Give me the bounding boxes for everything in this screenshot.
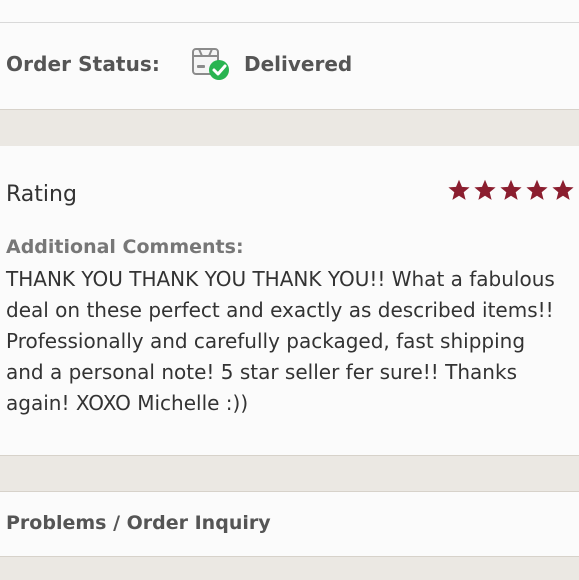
review-comment-text: THANK YOU THANK YOU THANK YOU!! What a f… (6, 267, 555, 415)
star-icon (552, 179, 574, 200)
clipped-text-fragment (8, 0, 140, 2)
package-delivered-icon (190, 44, 232, 82)
star-icon (500, 179, 522, 200)
rating-stars (447, 177, 579, 203)
order-status-card: Order Status: Delivered (0, 23, 579, 110)
order-status-label: Order Status: (6, 52, 161, 76)
review-card: Rating Additional Comments: THANK YOU TH… (0, 146, 579, 456)
star-icon (526, 179, 548, 200)
star-icon (474, 179, 496, 200)
previous-section-strip (0, 0, 579, 23)
rating-title: Rating (6, 182, 77, 207)
star-icon (448, 179, 470, 200)
problems-order-inquiry-link[interactable]: Problems / Order Inquiry (0, 491, 579, 557)
additional-comments-label: Additional Comments: (6, 236, 244, 258)
problems-order-inquiry-label: Problems / Order Inquiry (6, 512, 271, 534)
order-status-value: Delivered (244, 52, 353, 76)
